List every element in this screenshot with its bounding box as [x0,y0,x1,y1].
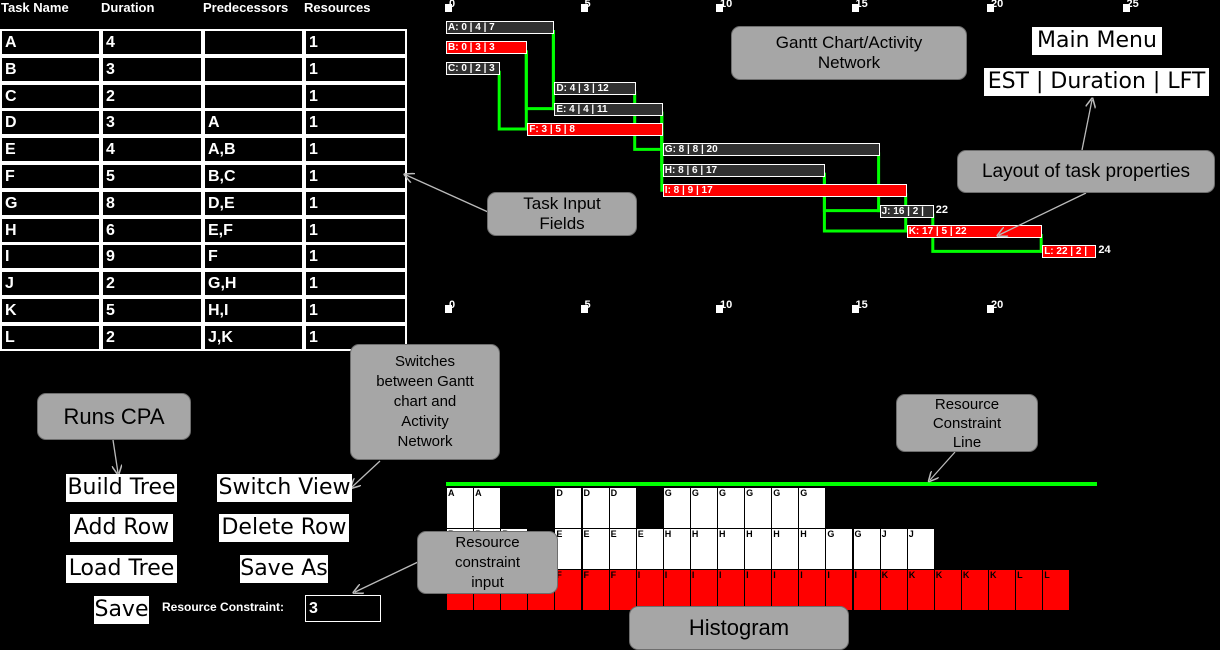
callout-task-input: Task Input Fields [487,192,637,236]
save-as-button[interactable]: Save As [240,555,328,583]
resource-constraint-input[interactable] [305,595,381,622]
callout-resource-line: Resource Constraint Line [896,394,1038,452]
callout-gantt-network: Gantt Chart/Activity Network [731,26,967,80]
resource-constraint-label: Resource Constraint: [162,600,285,614]
callout-runs-cpa: Runs CPA [37,393,191,440]
build-tree-button[interactable]: Build Tree [66,474,177,502]
arrow-runs-cpa [113,439,118,473]
delete-row-button[interactable]: Delete Row [219,514,349,542]
arrow-layout-props [999,192,1087,235]
est-duration-lft-button[interactable]: EST | Duration | LFT [984,68,1209,96]
save-button[interactable]: Save [94,596,149,624]
arrow-resource-input [355,561,419,592]
arrow-layout-to-est [1081,100,1092,151]
callout-layout-props: Layout of task properties [957,150,1215,193]
callout-histogram: Histogram [629,606,849,650]
main-menu-button[interactable]: Main Menu [1032,27,1162,55]
switch-view-button[interactable]: Switch View [217,474,352,502]
arrow-task-input [406,175,489,213]
callout-switches-view: Switches between Gantt chart and Activity Ne… [350,344,500,460]
load-tree-button[interactable]: Load Tree [66,555,177,583]
callout-arrows [0,0,1220,647]
add-row-button[interactable]: Add Row [70,514,173,542]
callout-resource-input: Resource constraint input [417,531,558,594]
arrow-switches [352,460,381,487]
arrow-resource-line [930,451,956,480]
